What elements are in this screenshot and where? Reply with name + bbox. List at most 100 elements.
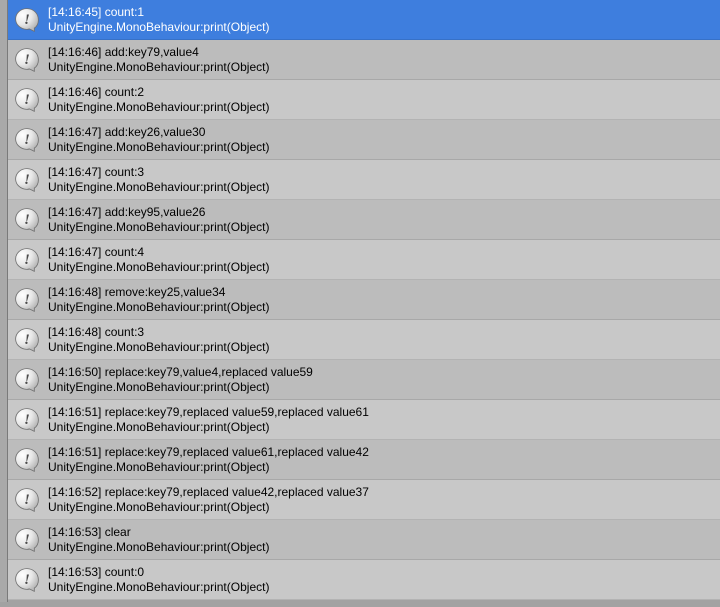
log-source-line: UnityEngine.MonoBehaviour:print(Object) [48,340,269,355]
bottom-strip [0,602,720,607]
console-log-entry[interactable]: ! [14:16:47] count:4UnityEngine.MonoBeha… [8,240,720,280]
svg-text:!: ! [24,412,30,428]
svg-text:!: ! [24,452,30,468]
info-icon: ! [14,167,40,193]
log-type-icon: ! [14,7,40,33]
log-source-line: UnityEngine.MonoBehaviour:print(Object) [48,60,269,75]
svg-text:!: ! [24,52,30,68]
console-log-entry[interactable]: ! [14:16:51] replace:key79,replaced valu… [8,440,720,480]
info-icon: ! [14,207,40,233]
info-icon: ! [14,47,40,73]
log-source-line: UnityEngine.MonoBehaviour:print(Object) [48,260,269,275]
svg-text:!: ! [24,372,30,388]
log-source-line: UnityEngine.MonoBehaviour:print(Object) [48,500,369,515]
log-text: [14:16:46] add:key79,value4UnityEngine.M… [48,45,269,75]
log-message-line: [14:16:52] replace:key79,replaced value4… [48,485,369,500]
log-type-icon: ! [14,127,40,153]
console-log-entry[interactable]: ! [14:16:53] count:0UnityEngine.MonoBeha… [8,560,720,600]
console-log-entry[interactable]: ! [14:16:46] add:key79,value4UnityEngine… [8,40,720,80]
info-icon: ! [14,247,40,273]
svg-text:!: ! [24,252,30,268]
log-source-line: UnityEngine.MonoBehaviour:print(Object) [48,460,369,475]
log-message-line: [14:16:46] add:key79,value4 [48,45,269,60]
log-text: [14:16:50] replace:key79,value4,replaced… [48,365,313,395]
log-message-line: [14:16:51] replace:key79,replaced value6… [48,445,369,460]
log-text: [14:16:51] replace:key79,replaced value5… [48,405,369,435]
info-icon: ! [14,287,40,313]
log-message-line: [14:16:47] count:4 [48,245,269,260]
svg-text:!: ! [24,92,30,108]
info-icon: ! [14,407,40,433]
log-type-icon: ! [14,407,40,433]
console-log-entry[interactable]: ! [14:16:47] add:key95,value26UnityEngin… [8,200,720,240]
console-log-entry[interactable]: ! [14:16:47] count:3UnityEngine.MonoBeha… [8,160,720,200]
log-type-icon: ! [14,287,40,313]
log-source-line: UnityEngine.MonoBehaviour:print(Object) [48,300,269,315]
log-source-line: UnityEngine.MonoBehaviour:print(Object) [48,220,269,235]
log-text: [14:16:48] count:3UnityEngine.MonoBehavi… [48,325,269,355]
log-text: [14:16:51] replace:key79,replaced value6… [48,445,369,475]
log-message-line: [14:16:53] count:0 [48,565,269,580]
log-source-line: UnityEngine.MonoBehaviour:print(Object) [48,380,313,395]
console-log-entry[interactable]: ! [14:16:50] replace:key79,value4,replac… [8,360,720,400]
log-source-line: UnityEngine.MonoBehaviour:print(Object) [48,420,369,435]
log-message-line: [14:16:48] count:3 [48,325,269,340]
log-type-icon: ! [14,87,40,113]
log-text: [14:16:53] clearUnityEngine.MonoBehaviou… [48,525,269,555]
svg-text:!: ! [24,532,30,548]
log-source-line: UnityEngine.MonoBehaviour:print(Object) [48,20,269,35]
log-text: [14:16:46] count:2UnityEngine.MonoBehavi… [48,85,269,115]
svg-text:!: ! [24,572,30,588]
info-icon: ! [14,567,40,593]
log-text: [14:16:45] count:1UnityEngine.MonoBehavi… [48,5,269,35]
svg-text:!: ! [24,212,30,228]
log-text: [14:16:47] count:4UnityEngine.MonoBehavi… [48,245,269,275]
console-log-entry[interactable]: ! [14:16:46] count:2UnityEngine.MonoBeha… [8,80,720,120]
info-icon: ! [14,327,40,353]
info-icon: ! [14,527,40,553]
svg-text:!: ! [24,332,30,348]
svg-text:!: ! [24,292,30,308]
log-source-line: UnityEngine.MonoBehaviour:print(Object) [48,540,269,555]
log-text: [14:16:53] count:0UnityEngine.MonoBehavi… [48,565,269,595]
log-type-icon: ! [14,47,40,73]
log-source-line: UnityEngine.MonoBehaviour:print(Object) [48,100,269,115]
log-type-icon: ! [14,527,40,553]
log-message-line: [14:16:46] count:2 [48,85,269,100]
log-text: [14:16:47] add:key95,value26UnityEngine.… [48,205,269,235]
log-message-line: [14:16:53] clear [48,525,269,540]
log-text: [14:16:52] replace:key79,replaced value4… [48,485,369,515]
log-type-icon: ! [14,567,40,593]
left-gutter [0,0,8,607]
info-icon: ! [14,127,40,153]
log-message-line: [14:16:47] count:3 [48,165,269,180]
console-log-entry[interactable]: ! [14:16:48] remove:key25,value34UnityEn… [8,280,720,320]
log-type-icon: ! [14,487,40,513]
info-icon: ! [14,447,40,473]
log-type-icon: ! [14,207,40,233]
console-log-entry[interactable]: ! [14:16:51] replace:key79,replaced valu… [8,400,720,440]
log-type-icon: ! [14,327,40,353]
log-message-line: [14:16:45] count:1 [48,5,269,20]
svg-text:!: ! [24,132,30,148]
log-type-icon: ! [14,247,40,273]
info-icon: ! [14,487,40,513]
console-log-entry[interactable]: ! [14:16:47] add:key26,value30UnityEngin… [8,120,720,160]
svg-text:!: ! [24,172,30,188]
log-type-icon: ! [14,367,40,393]
info-icon: ! [14,7,40,33]
log-text: [14:16:48] remove:key25,value34UnityEngi… [48,285,269,315]
console-log-entry[interactable]: ! [14:16:45] count:1UnityEngine.MonoBeha… [8,0,720,40]
log-source-line: UnityEngine.MonoBehaviour:print(Object) [48,180,269,195]
info-icon: ! [14,367,40,393]
console-log-entry[interactable]: ! [14:16:48] count:3UnityEngine.MonoBeha… [8,320,720,360]
log-text: [14:16:47] add:key26,value30UnityEngine.… [48,125,269,155]
log-source-line: UnityEngine.MonoBehaviour:print(Object) [48,580,269,595]
log-message-line: [14:16:50] replace:key79,value4,replaced… [48,365,313,380]
svg-text:!: ! [24,12,30,28]
log-text: [14:16:47] count:3UnityEngine.MonoBehavi… [48,165,269,195]
console-log-entry[interactable]: ! [14:16:53] clearUnityEngine.MonoBehavi… [8,520,720,560]
svg-text:!: ! [24,492,30,508]
console-log-list: ! [14:16:45] count:1UnityEngine.MonoBeha… [8,0,720,607]
console-log-entry[interactable]: ! [14:16:52] replace:key79,replaced valu… [8,480,720,520]
